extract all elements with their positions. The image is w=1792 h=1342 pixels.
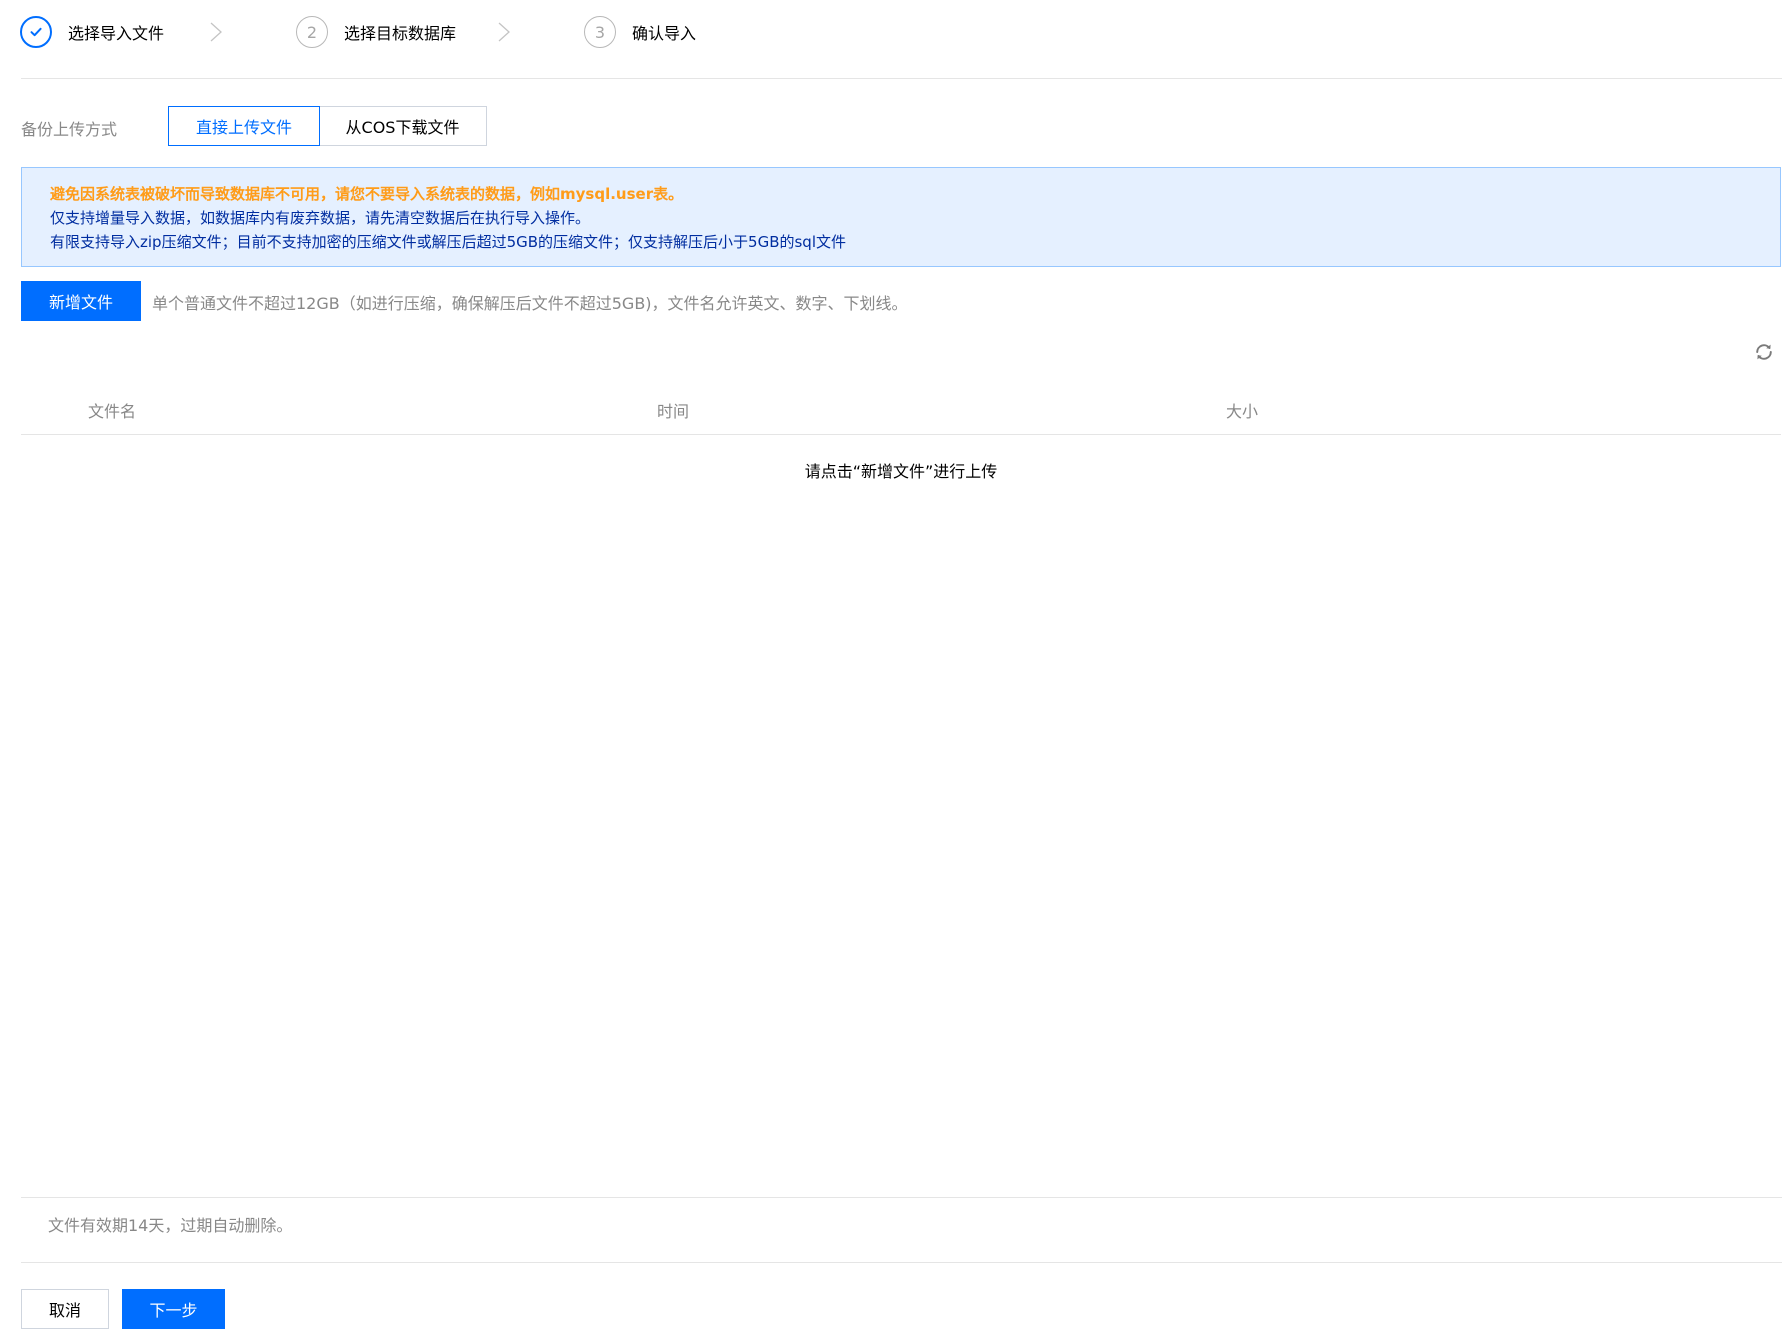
step-number: 3 <box>584 16 616 48</box>
upload-method-label: 备份上传方式 <box>21 120 118 139</box>
chevron-right-icon <box>210 22 222 42</box>
chevron-right-icon <box>498 22 510 42</box>
add-file-button[interactable]: 新增文件 <box>21 281 141 321</box>
step-number: 2 <box>296 16 328 48</box>
step-label: 确认导入 <box>632 24 697 43</box>
notice-box: 避免因系统表被破坏而导致数据库不可用，请您不要导入系统表的数据，例如mysql.… <box>21 167 1781 267</box>
table-empty-message: 请点击“新增文件”进行上传 <box>804 462 998 481</box>
notice-warning: 避免因系统表被破坏而导致数据库不可用，请您不要导入系统表的数据，例如mysql.… <box>50 185 684 203</box>
step-select-database: 2 选择目标数据库 <box>296 14 456 50</box>
step-confirm-import: 3 确认导入 <box>584 14 696 50</box>
import-wizard-page: 选择导入文件 2 选择目标数据库 3 确认导入 备份上传方式 直接上传文件 从C… <box>0 0 1792 1342</box>
tab-direct-upload[interactable]: 直接上传文件 <box>168 106 320 146</box>
refresh-icon[interactable] <box>1752 340 1776 364</box>
add-file-hint: 单个普通文件不超过12GB（如进行压缩，确保解压后文件不超过5GB)，文件名允许… <box>152 294 908 313</box>
column-header-size: 大小 <box>1226 402 1259 421</box>
notice-line: 有限支持导入zip压缩文件；目前不支持加密的压缩文件或解压后超过5GB的压缩文件… <box>50 233 846 251</box>
expire-note: 文件有效期14天，过期自动删除。 <box>48 1216 293 1235</box>
step-done-circle <box>20 16 52 48</box>
next-step-button[interactable]: 下一步 <box>122 1289 225 1329</box>
cancel-button[interactable]: 取消 <box>21 1289 109 1329</box>
divider <box>21 1262 1782 1263</box>
column-header-filename: 文件名 <box>88 402 137 421</box>
divider <box>21 78 1782 79</box>
tab-cos-download[interactable]: 从COS下载文件 <box>319 106 487 146</box>
check-icon <box>30 27 42 37</box>
step-label: 选择目标数据库 <box>344 24 457 43</box>
upload-method-row: 备份上传方式 直接上传文件 从COS下载文件 <box>21 106 621 147</box>
step-label: 选择导入文件 <box>68 24 165 43</box>
steps-bar: 选择导入文件 2 选择目标数据库 3 确认导入 <box>20 14 1780 50</box>
file-table-header: 文件名 时间 大小 <box>21 390 1781 435</box>
column-header-time: 时间 <box>657 402 690 421</box>
notice-line: 仅支持增量导入数据，如数据库内有废弃数据，请先清空数据后在执行导入操作。 <box>50 209 591 227</box>
divider <box>21 1197 1782 1198</box>
step-select-file: 选择导入文件 <box>20 14 164 50</box>
